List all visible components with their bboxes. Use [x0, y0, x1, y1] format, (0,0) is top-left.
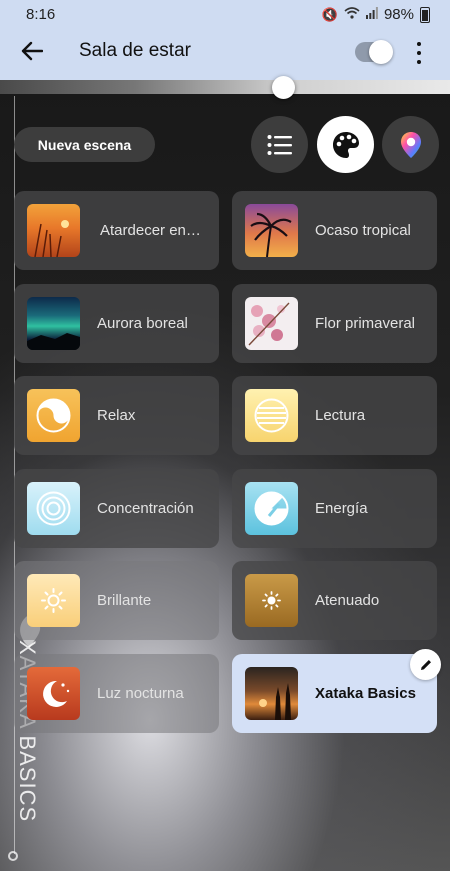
scene-tile-xataka-basics[interactable]: Xataka Basics — [232, 654, 437, 733]
status-time: 8:16 — [26, 6, 56, 23]
scene-tile-atardecer[interactable]: Atardecer en… — [14, 191, 219, 270]
scene-tile-flor-primaveral[interactable]: Flor primaveral — [232, 284, 437, 363]
scene-thumb-ocaso-tropical — [245, 204, 298, 257]
scene-tile-atenuado[interactable]: Atenuado — [232, 561, 437, 640]
brightness-slider[interactable] — [0, 80, 450, 94]
scene-label: Lectura — [315, 407, 366, 424]
toggle-knob — [369, 40, 393, 64]
edit-scene-button[interactable] — [410, 649, 441, 680]
signal-icon — [365, 7, 378, 22]
scene-thumb-atenuado — [245, 574, 298, 627]
page-title: Sala de estar — [79, 40, 191, 61]
app-header: 8:16 🔇 98% Sala de estar — [0, 0, 450, 92]
palette-view-button[interactable] — [317, 116, 374, 173]
status-icons: 🔇 98% — [322, 6, 430, 23]
scene-tile-relax[interactable]: Relax — [14, 376, 219, 455]
scene-label: Relax — [97, 407, 136, 424]
scene-label: Atardecer en… — [100, 222, 201, 239]
more-options-icon[interactable] — [409, 40, 429, 66]
scene-thumb-lectura — [245, 389, 298, 442]
scene-label: Xataka Basics — [315, 685, 416, 702]
palette-icon — [332, 131, 359, 158]
new-scene-button[interactable]: Nueva escena — [14, 127, 155, 162]
color-pin-icon — [400, 131, 421, 158]
scene-thumb-aurora-boreal — [27, 297, 80, 350]
color-picker-button[interactable] — [382, 116, 439, 173]
back-arrow-icon[interactable] — [18, 40, 46, 68]
scene-label: Brillante — [97, 592, 152, 609]
scene-tile-concentracion[interactable]: Concentración — [14, 469, 219, 548]
battery-percentage: 98% — [383, 6, 414, 23]
battery-icon — [420, 6, 430, 23]
scene-label: Ocaso tropical — [315, 222, 411, 239]
scene-label: Energía — [315, 500, 368, 517]
scene-thumb-brillante — [27, 574, 80, 627]
list-icon — [267, 134, 292, 155]
watermark-dot — [8, 851, 18, 861]
scene-tile-lectura[interactable]: Lectura — [232, 376, 437, 455]
scene-thumb-relax — [27, 389, 80, 442]
scene-thumb-xataka-basics — [245, 667, 298, 720]
list-view-button[interactable] — [251, 116, 308, 173]
scene-tile-brillante[interactable]: Brillante — [14, 561, 219, 640]
mute-icon: 🔇 — [321, 6, 338, 22]
scene-tile-luz-nocturna[interactable]: Luz nocturna — [14, 654, 219, 733]
scene-thumb-concentracion — [27, 482, 80, 535]
scene-thumb-flor-primaveral — [245, 297, 298, 350]
scene-thumb-luz-nocturna — [27, 667, 80, 720]
scene-thumb-energia — [245, 482, 298, 535]
pencil-icon — [420, 659, 431, 670]
scene-tile-ocaso-tropical[interactable]: Ocaso tropical — [232, 191, 437, 270]
brightness-slider-thumb[interactable] — [272, 76, 295, 99]
scene-tile-aurora-boreal[interactable]: Aurora boreal — [14, 284, 219, 363]
scene-label: Flor primaveral — [315, 315, 416, 332]
scene-label: Aurora boreal — [97, 315, 188, 332]
scene-label: Atenuado — [315, 592, 380, 609]
scene-label: Luz nocturna — [97, 685, 184, 702]
scene-tile-energia[interactable]: Energía — [232, 469, 437, 548]
scene-thumb-atardecer — [27, 204, 80, 257]
wifi-icon — [344, 7, 360, 22]
scene-label: Concentración — [97, 500, 194, 517]
room-power-toggle[interactable] — [355, 40, 393, 64]
